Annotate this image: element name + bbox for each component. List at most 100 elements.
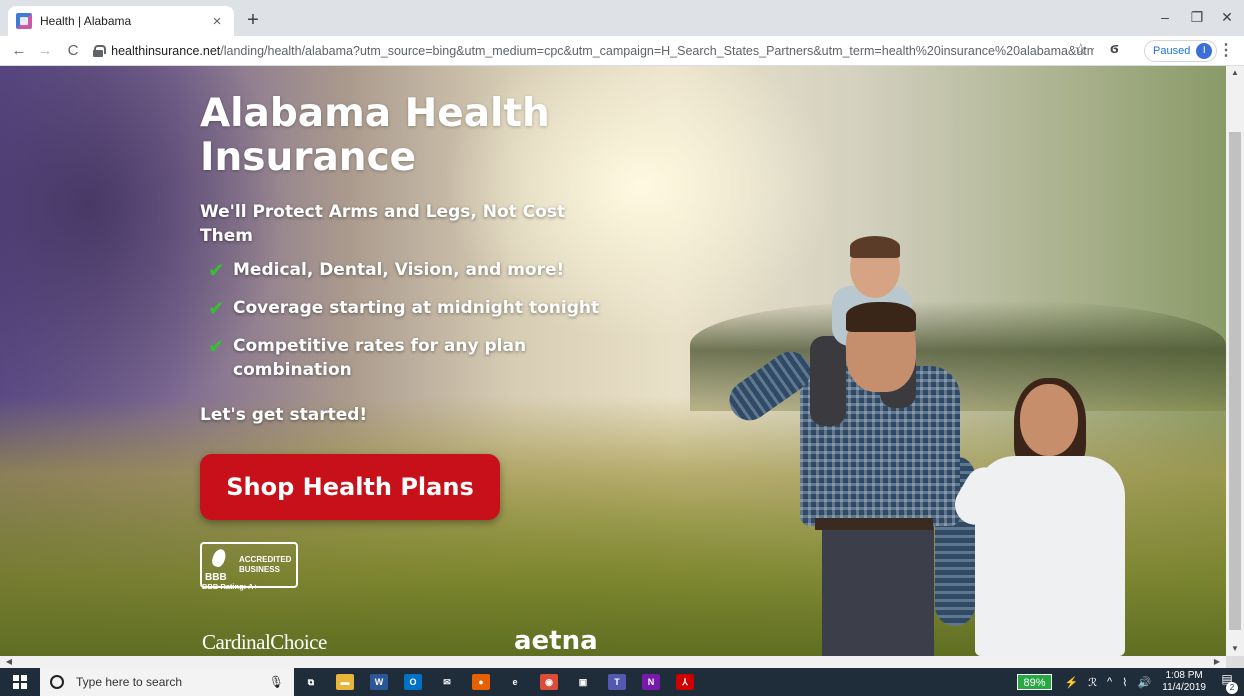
microphone-icon[interactable]: 🎙 bbox=[269, 675, 284, 689]
cardinal-choice-logo: CardinalChoice bbox=[202, 630, 327, 654]
baby-hair-shape bbox=[850, 236, 900, 258]
taskbar-clock[interactable]: 1:08 PM 11/4/2019 bbox=[1162, 670, 1206, 694]
action-center-button[interactable]: ▤ 2 bbox=[1216, 672, 1238, 694]
lock-icon[interactable] bbox=[92, 45, 107, 57]
taskbar-outlook-icon[interactable]: O bbox=[396, 668, 430, 696]
mail-icon: ✉ bbox=[438, 674, 456, 690]
checkmark-icon: ✔ bbox=[208, 334, 225, 358]
tab-strip: Health | Alabama × + – ❐ ✕ bbox=[0, 0, 1244, 36]
close-window-button[interactable]: ✕ bbox=[1212, 4, 1242, 30]
tab-title: Health | Alabama bbox=[40, 14, 132, 28]
cortana-icon bbox=[50, 675, 64, 689]
taskbar-edge-icon[interactable]: e bbox=[498, 668, 532, 696]
chevron-up-icon[interactable]: ^ bbox=[1107, 676, 1112, 688]
taskbar-onenote-icon[interactable]: N bbox=[634, 668, 668, 696]
browser-menu-icon[interactable]: ⋮ bbox=[1218, 40, 1234, 60]
back-button[interactable]: ← bbox=[8, 40, 30, 62]
bookmark-star-icon[interactable]: ☆ bbox=[1074, 40, 1087, 58]
system-tray: 89% ⚡ ℛ ^ ⌇ 🔊 1:08 PM 11/4/2019 ▤ 2 bbox=[1017, 668, 1244, 696]
power-plug-icon: ⚡ bbox=[1064, 676, 1079, 689]
bbb-torch-icon: BBB bbox=[205, 547, 235, 583]
browser-window: Health | Alabama × + – ❐ ✕ ← → C healthi… bbox=[0, 0, 1244, 696]
baby-leg-shape bbox=[810, 336, 846, 426]
restore-button[interactable]: ❐ bbox=[1182, 4, 1212, 30]
taskbar-search-box[interactable]: Type here to search 🎙 bbox=[40, 668, 294, 696]
checkmark-icon: ✔ bbox=[208, 258, 225, 282]
url-host: healthinsurance.net bbox=[111, 44, 221, 58]
wifi-icon[interactable]: ⌇ bbox=[1122, 676, 1127, 689]
taskbar-chrome-icon[interactable]: ◉ bbox=[532, 668, 566, 696]
benefit-text: Coverage starting at midnight tonight bbox=[233, 298, 600, 318]
taskbar-mail-icon[interactable]: ✉ bbox=[430, 668, 464, 696]
belt-shape bbox=[815, 518, 933, 530]
reload-button[interactable]: C bbox=[62, 40, 84, 62]
bbb-accreditation-text: ACCREDITED BUSINESS bbox=[239, 555, 291, 575]
taskbar-store-icon[interactable]: ▣ bbox=[566, 668, 600, 696]
notification-count-badge: 2 bbox=[1226, 682, 1238, 694]
bbb-line-2: BUSINESS bbox=[239, 565, 280, 574]
forward-button[interactable]: → bbox=[34, 40, 56, 62]
file-explorer-icon: ▬ bbox=[336, 674, 354, 690]
scroll-down-arrow-icon[interactable]: ▼ bbox=[1226, 642, 1244, 656]
extension-icon[interactable]: ϭ bbox=[1110, 40, 1119, 57]
word-icon: W bbox=[370, 674, 388, 690]
outlook-icon: O bbox=[404, 674, 422, 690]
search-placeholder: Type here to search bbox=[76, 675, 183, 689]
url-path: /landing/health/alabama?utm_source=bing&… bbox=[220, 44, 1094, 58]
scrollbar-corner bbox=[1226, 656, 1244, 668]
teams-icon: T bbox=[608, 674, 626, 690]
aetna-logo: aetna bbox=[514, 626, 598, 656]
shop-health-plans-button[interactable]: Shop Health Plans bbox=[200, 454, 500, 520]
checkmark-icon: ✔ bbox=[208, 296, 225, 320]
benefit-item: ✔ Competitive rates for any plan combinat… bbox=[208, 334, 618, 382]
people-icon[interactable]: ℛ bbox=[1088, 676, 1097, 689]
battery-indicator[interactable]: 89% bbox=[1017, 674, 1052, 690]
benefit-item: ✔ Coverage starting at midnight tonight bbox=[208, 296, 618, 320]
taskbar-file-explorer-icon[interactable]: ▬ bbox=[328, 668, 362, 696]
taskbar-teams-icon[interactable]: T bbox=[600, 668, 634, 696]
scroll-left-arrow-icon[interactable]: ◀ bbox=[2, 656, 16, 668]
hero-tagline: We'll Protect Arms and Legs, Not Cost Th… bbox=[200, 202, 566, 246]
address-bar[interactable]: healthinsurance.net/landing/health/alaba… bbox=[92, 39, 1094, 63]
torch-flame-icon bbox=[210, 547, 228, 569]
browser-toolbar: ← → C healthinsurance.net/landing/health… bbox=[0, 36, 1244, 66]
start-button[interactable] bbox=[0, 668, 40, 696]
scroll-right-arrow-icon[interactable]: ▶ bbox=[1210, 656, 1224, 668]
benefit-text: Medical, Dental, Vision, and more! bbox=[233, 260, 565, 280]
taskbar-word-icon[interactable]: W bbox=[362, 668, 396, 696]
taskbar-acrobat-icon[interactable]: ⅄ bbox=[668, 668, 702, 696]
profile-button[interactable]: Paused I bbox=[1144, 40, 1218, 62]
tab-close-icon[interactable]: × bbox=[208, 13, 226, 30]
pinned-apps: ⧉ ▬ W O ✉ ● e ◉ ▣ T N ⅄ bbox=[294, 668, 702, 696]
page-title: Alabama Health Insurance bbox=[200, 91, 550, 180]
task-view-icon: ⧉ bbox=[302, 674, 320, 690]
url-text[interactable]: healthinsurance.net/landing/health/alaba… bbox=[111, 44, 1094, 58]
edge-icon: e bbox=[506, 674, 524, 690]
scroll-up-arrow-icon[interactable]: ▲ bbox=[1226, 66, 1244, 80]
benefits-list: ✔ Medical, Dental, Vision, and more! ✔ Cov… bbox=[208, 258, 618, 396]
woman-head-shape bbox=[1020, 384, 1078, 456]
new-tab-button[interactable]: + bbox=[240, 8, 266, 34]
man-hair-shape bbox=[846, 302, 916, 332]
horizontal-scrollbar[interactable]: ◀ ▶ bbox=[0, 656, 1226, 668]
avatar: I bbox=[1196, 43, 1213, 59]
man-legs-shape bbox=[822, 518, 934, 656]
vertical-scrollbar[interactable]: ▲ ▼ bbox=[1226, 66, 1244, 656]
store-icon: ▣ bbox=[574, 674, 592, 690]
tab-health-alabama[interactable]: Health | Alabama × bbox=[8, 6, 234, 36]
taskbar-firefox-icon[interactable]: ● bbox=[464, 668, 498, 696]
bbb-line-1: ACCREDITED bbox=[239, 555, 292, 564]
benefit-item: ✔ Medical, Dental, Vision, and more! bbox=[208, 258, 618, 282]
benefit-text: Competitive rates for any plan combinati… bbox=[233, 336, 527, 380]
onenote-icon: N bbox=[642, 674, 660, 690]
acrobat-icon: ⅄ bbox=[676, 674, 694, 690]
windows-taskbar: Type here to search 🎙 ⧉ ▬ W O ✉ ● e ◉ ▣ T N ⅄ 89% ⚡… bbox=[0, 668, 1244, 696]
minimize-button[interactable]: – bbox=[1150, 4, 1180, 30]
volume-icon[interactable]: 🔊 bbox=[1138, 676, 1152, 689]
windows-logo-icon bbox=[13, 675, 27, 689]
profile-status: Paused bbox=[1153, 45, 1191, 57]
scrollbar-thumb[interactable] bbox=[1229, 132, 1241, 630]
taskbar-task-view-icon[interactable]: ⧉ bbox=[294, 668, 328, 696]
site-favicon-icon bbox=[16, 13, 32, 29]
cta-intro: Let's get started! bbox=[200, 405, 368, 425]
